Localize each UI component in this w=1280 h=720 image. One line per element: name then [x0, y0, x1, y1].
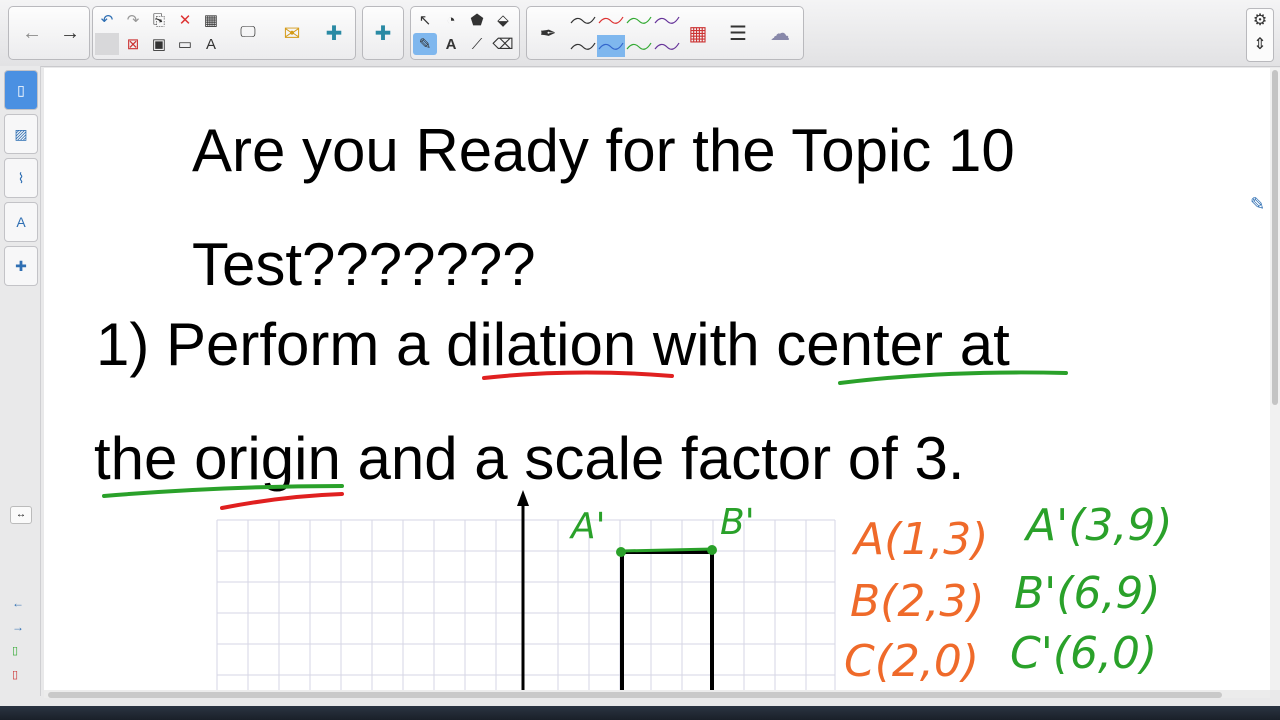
screen-capture-button[interactable]: 🖵: [231, 9, 265, 57]
table-button[interactable]: ▦: [199, 9, 223, 31]
page-tools-group: ↶ ↷ ⎘ ✕ ▦ ⊠ ▣ ▭ A 🖵 ✉ ✚: [92, 6, 356, 60]
horizontal-scroll-thumb[interactable]: [48, 692, 1222, 698]
previous-page-button[interactable]: ←: [15, 9, 49, 57]
properties-tab[interactable]: A: [4, 202, 38, 242]
point-b-prime: [707, 545, 717, 555]
green-underline-center: [838, 370, 1068, 385]
text-button[interactable]: A: [439, 33, 463, 55]
puzzle-group: ✚: [362, 6, 404, 60]
pen-edit-icon[interactable]: ✎: [1250, 194, 1265, 215]
graph-grid: [216, 519, 836, 690]
point-a-prime: [616, 547, 626, 557]
fill-button[interactable]: ⬙: [491, 9, 515, 31]
red-underline-dilation: [482, 370, 674, 380]
redo-button[interactable]: ↷: [121, 9, 145, 31]
add-page-icon[interactable]: ▯: [12, 644, 18, 657]
blank-button[interactable]: [95, 33, 119, 55]
screen-shade-button[interactable]: ▭: [173, 33, 197, 55]
orange-point-b: B(2,3): [850, 576, 985, 627]
green-point-c-prime: C'(6,0): [1010, 628, 1158, 679]
gallery-tab[interactable]: ▨: [4, 114, 38, 154]
select-arrow-button[interactable]: ↖: [413, 9, 437, 31]
green-segment-ab: [620, 547, 714, 553]
main-toolbar: ← → ↶ ↷ ⎘ ✕ ▦ ⊠ ▣ ▭ A 🖵 ✉ ✚ ✚ ↖ ◔ ⬟ ⬙ ✎ …: [0, 0, 1280, 67]
select-tools-group: ↖ ◔ ⬟ ⬙ ✎ A ⟋ ⌫: [410, 6, 520, 60]
paste-button[interactable]: ⎘: [147, 9, 171, 31]
next-arrow-icon[interactable]: →: [12, 620, 24, 634]
green-point-a-prime: A'(3,9): [1026, 500, 1173, 551]
orange-point-c: C(2,0): [844, 636, 980, 687]
pen-style-icon[interactable]: ✒: [531, 9, 565, 57]
remove-page-icon[interactable]: ▯: [12, 668, 18, 681]
page-sorter-tab[interactable]: ▯: [4, 70, 38, 110]
line-style-icon[interactable]: ☰: [721, 9, 755, 57]
color-palette-icon[interactable]: ▦: [681, 9, 715, 57]
save-button[interactable]: ▣: [147, 33, 171, 55]
pen-button[interactable]: ✎: [413, 33, 437, 55]
eraser-button[interactable]: ⌫: [491, 33, 515, 55]
response-button[interactable]: ✉: [275, 9, 309, 57]
text-format-button[interactable]: A: [199, 33, 223, 55]
delete-page-button[interactable]: ⊠: [121, 33, 145, 55]
attachments-tab[interactable]: ⌇: [4, 158, 38, 198]
side-tabs: ▯ ▨ ⌇ A ✚ ↔ ← → ▯ ▯: [0, 66, 41, 696]
swap-side-icon[interactable]: ↔: [10, 506, 32, 524]
polygon-button[interactable]: ⬟: [465, 9, 489, 31]
red-underline-origin: [220, 492, 344, 510]
puzzle-icon[interactable]: ✚: [366, 9, 400, 57]
fill-effects-icon[interactable]: ☁: [763, 9, 797, 57]
y-axis-arrow: [517, 490, 529, 506]
navigation-group: ← →: [8, 6, 90, 60]
whiteboard-canvas[interactable]: Are you Ready for the Topic 10 Test?????…: [44, 68, 1270, 690]
gear-icon[interactable]: ⚙: [1247, 9, 1273, 33]
next-page-button[interactable]: →: [53, 9, 87, 57]
undo-button[interactable]: ↶: [95, 9, 119, 31]
addon-button[interactable]: ✚: [317, 9, 351, 57]
addons-tab[interactable]: ✚: [4, 246, 38, 286]
previous-arrow-icon[interactable]: ←: [12, 596, 24, 610]
move-toolbar-icon[interactable]: ⇕: [1247, 33, 1273, 57]
pen-styles-group: ✒ ▦ ☰ ☁: [526, 6, 804, 60]
shape-button[interactable]: ◔: [439, 9, 463, 31]
line-button[interactable]: ⟋: [465, 33, 489, 55]
delete-button[interactable]: ✕: [173, 9, 197, 31]
label-b-prime: B': [720, 502, 755, 543]
os-taskbar: [0, 706, 1280, 720]
label-a-prime: A': [571, 506, 606, 547]
green-point-b-prime: B'(6,9): [1014, 568, 1161, 619]
orange-point-a: A(1,3): [854, 514, 989, 565]
settings-panel: ⚙ ⇕: [1246, 8, 1274, 62]
vertical-scroll-thumb[interactable]: [1272, 70, 1278, 405]
